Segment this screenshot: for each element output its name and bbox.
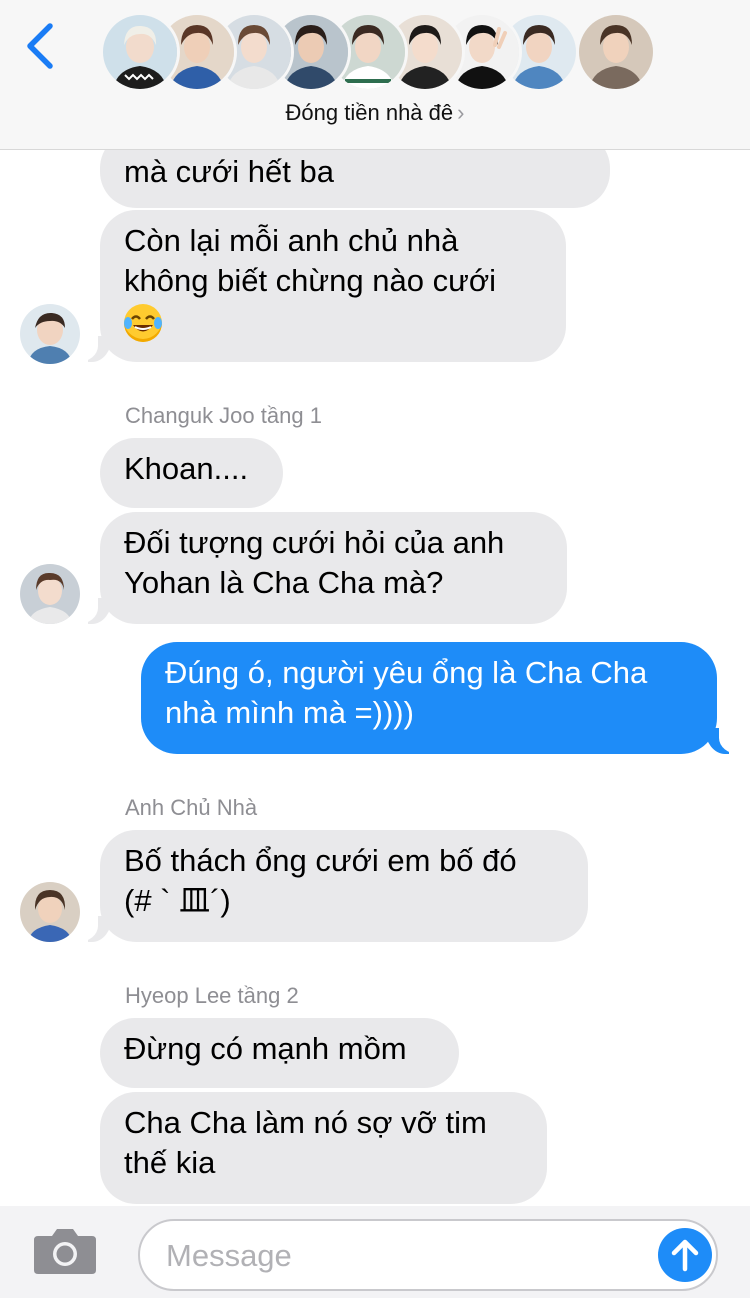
camera-icon: [34, 1229, 96, 1274]
sender-name: Anh Chủ Nhà: [125, 795, 258, 820]
bubble-tail: [74, 594, 112, 624]
message-bubble-incoming[interactable]: Cha Cha làm nó sợ vỡ tim thế kia: [100, 1092, 547, 1204]
message-field[interactable]: [138, 1219, 718, 1291]
bubble-tail: [705, 724, 743, 754]
message-text: Đúng ó, người yêu ổng là Cha Cha: [165, 655, 648, 690]
message-bubble-incoming[interactable]: Bố thách ổng cưới em bố đó (# ` 皿´): [100, 830, 588, 942]
sender-avatar[interactable]: [20, 564, 80, 624]
group-avatars[interactable]: [100, 12, 660, 92]
message-bubble-incoming[interactable]: Đối tượng cưới hỏi của anh Yohan là Cha …: [100, 512, 567, 624]
message-bubble-incoming[interactable]: Đừng có mạnh mồm: [100, 1018, 459, 1088]
chevron-right-icon: ›: [457, 100, 465, 125]
message-text: không biết chừng nào cưới: [124, 263, 497, 298]
sender-name: Changuk Joo tầng 1: [125, 403, 322, 428]
message-text: Đối tượng cưới hỏi của anh: [124, 525, 505, 560]
message-text: Khoan....: [124, 451, 249, 486]
message-text: Cha Cha làm nó sợ vỡ tim: [124, 1105, 487, 1140]
message-text: (# ` 皿´): [124, 883, 231, 918]
group-name[interactable]: Đóng tiền nhà đê ›: [0, 100, 750, 126]
participant-avatar: [100, 12, 180, 92]
sender-avatar[interactable]: [20, 304, 80, 364]
arrow-up-send-icon: [658, 1228, 712, 1282]
message-text: Yohan là Cha Cha mà?: [124, 565, 444, 600]
sender-avatar[interactable]: [20, 882, 80, 942]
participant-avatar: [576, 12, 656, 92]
bubble-tail: [74, 912, 112, 942]
bubble-tail: [74, 332, 112, 362]
message-text: mà cưới hết ba: [124, 154, 334, 189]
back-button[interactable]: [18, 18, 62, 74]
message-bubble-incoming[interactable]: Còn lại mỗi anh chủ nhà không biết chừng…: [100, 210, 566, 362]
message-text: thế kia: [124, 1145, 216, 1180]
message-input[interactable]: [166, 1235, 646, 1277]
send-button[interactable]: [658, 1228, 712, 1282]
message-text: Đừng có mạnh mồm: [124, 1031, 407, 1066]
sender-name: Hyeop Lee tầng 2: [125, 983, 299, 1008]
chevron-left-icon: [27, 23, 53, 69]
group-name-label: Đóng tiền nhà đê: [285, 100, 454, 125]
camera-button[interactable]: [32, 1226, 98, 1276]
message-input-bar: [0, 1206, 750, 1298]
message-text: Bố thách ổng cưới em bố đó: [124, 843, 517, 878]
message-text: nhà mình mà =)))): [165, 695, 414, 730]
message-thread[interactable]: mà cưới hết ba Còn lại mỗi anh chủ nhà k…: [0, 0, 750, 1298]
message-bubble-incoming[interactable]: Khoan....: [100, 438, 283, 508]
message-text: Còn lại mỗi anh chủ nhà: [124, 223, 459, 258]
face-with-tears-of-joy-emoji: [124, 303, 162, 342]
message-bubble-outgoing[interactable]: Đúng ó, người yêu ổng là Cha Cha nhà mìn…: [141, 642, 717, 754]
conversation-header: Đóng tiền nhà đê ›: [0, 0, 750, 150]
